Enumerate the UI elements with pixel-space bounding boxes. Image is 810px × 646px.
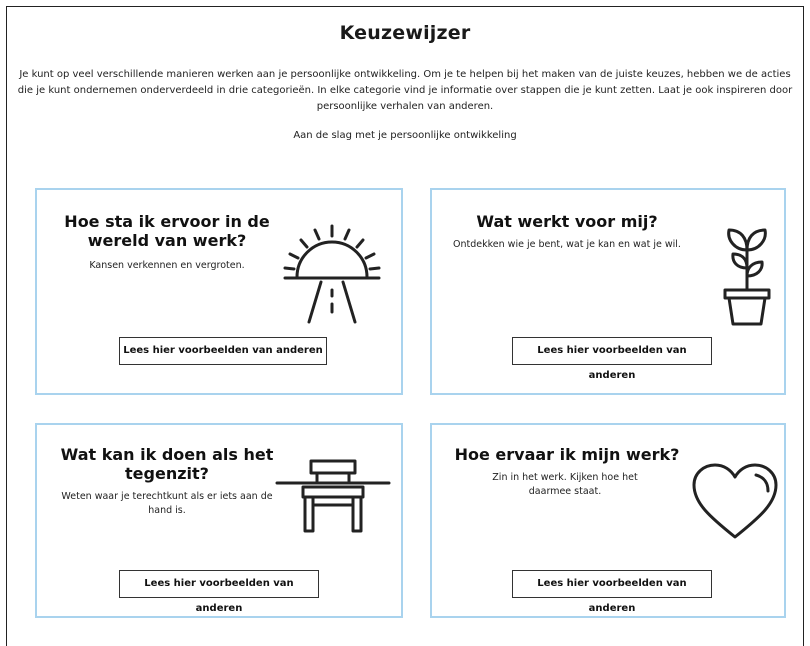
read-examples-button[interactable]: Lees hier voorbeelden van anderen bbox=[512, 337, 712, 381]
plant-icon bbox=[723, 228, 771, 326]
card-wereld-van-werk: Hoe sta ik ervoor in de wereld van werk?… bbox=[35, 188, 403, 395]
card-description: Weten waar je terechtkunt als er iets aa… bbox=[61, 491, 273, 516]
subtitle: Aan de slag met je persoonlijke ontwikke… bbox=[293, 130, 517, 141]
page-title: Keuzewijzer bbox=[339, 22, 471, 44]
card-wat-werkt-voor-mij: Wat werkt voor mij? Ontdekken wie je ben… bbox=[430, 188, 786, 395]
sunrise-icon bbox=[283, 224, 381, 324]
card-description: Zin in het werk. Kijken hoe het daarmee … bbox=[492, 472, 638, 497]
card-title: Wat werkt voor mij? bbox=[476, 212, 658, 231]
bench-icon bbox=[275, 459, 391, 533]
card-als-het-tegenzit: Wat kan ik doen als het tegenzit? Weten … bbox=[35, 423, 403, 618]
card-title: Wat kan ik doen als het tegenzit? bbox=[60, 445, 274, 483]
read-examples-button[interactable]: Lees hier voorbeelden van anderen bbox=[512, 570, 712, 614]
card-description: Kansen verkennen en vergroten. bbox=[89, 260, 245, 271]
card-hoe-ervaar-ik-mijn-werk: Hoe ervaar ik mijn werk? Zin in het werk… bbox=[430, 423, 786, 618]
read-examples-button[interactable]: Lees hier voorbeelden van anderen bbox=[119, 337, 327, 365]
card-title: Hoe ervaar ik mijn werk? bbox=[454, 445, 680, 464]
intro-text: Je kunt op veel verschillende manieren w… bbox=[17, 69, 793, 112]
card-description: Ontdekken wie je bent, wat je kan en wat… bbox=[453, 239, 681, 250]
read-examples-button[interactable]: Lees hier voorbeelden van anderen bbox=[119, 570, 319, 614]
heart-icon bbox=[692, 463, 778, 539]
card-title: Hoe sta ik ervoor in de wereld van werk? bbox=[64, 212, 270, 250]
